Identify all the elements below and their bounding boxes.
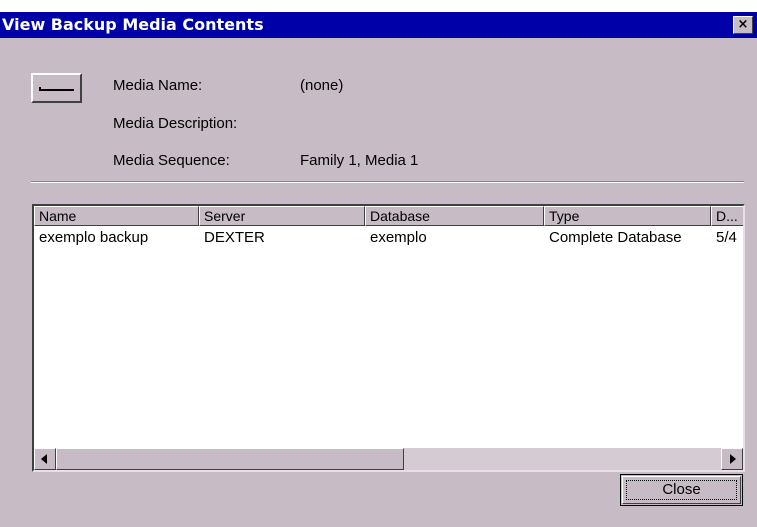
tape-drive-icon [31,73,82,103]
horizontal-scrollbar[interactable] [34,448,743,470]
close-icon: × [737,17,749,32]
media-name-value: (none) [300,77,344,94]
column-header-type[interactable]: Type [544,206,711,226]
column-header-server[interactable]: Server [199,206,365,226]
list-item[interactable]: exemplo backup DEXTER exemplo Complete D… [34,228,743,248]
dialog-title: View Backup Media Contents [2,15,264,34]
media-description-label: Media Description: [113,115,238,132]
title-close-button[interactable]: × [733,16,753,34]
media-sequence-value: Family 1, Media 1 [300,152,419,169]
cell-database: exemplo [370,229,427,246]
list-header: Name Server Database Type D... [34,206,743,226]
column-header-date[interactable]: D... [711,206,743,226]
scroll-right-icon [730,454,736,464]
backup-sets-list[interactable]: Name Server Database Type D... exemplo b… [32,204,745,472]
separator [31,181,744,183]
column-header-name[interactable]: Name [34,206,199,226]
close-button-label: Close [662,481,701,498]
scroll-right-button[interactable] [721,448,743,470]
media-sequence-label: Media Sequence: [113,152,230,169]
scroll-thumb[interactable] [56,448,404,470]
cell-date: 5/4 [716,229,737,246]
media-name-label: Media Name: [113,77,203,94]
view-backup-media-dialog: View Backup Media Contents × Media Name:… [0,12,757,527]
column-header-database[interactable]: Database [365,206,544,226]
scroll-left-button[interactable] [34,448,56,470]
scroll-left-icon [41,454,47,464]
close-button[interactable]: Close [620,474,743,506]
title-bar[interactable]: View Backup Media Contents × [0,12,757,38]
cell-name: exemplo backup [39,229,149,246]
cell-server: DEXTER [204,229,265,246]
cell-type: Complete Database [549,229,682,246]
